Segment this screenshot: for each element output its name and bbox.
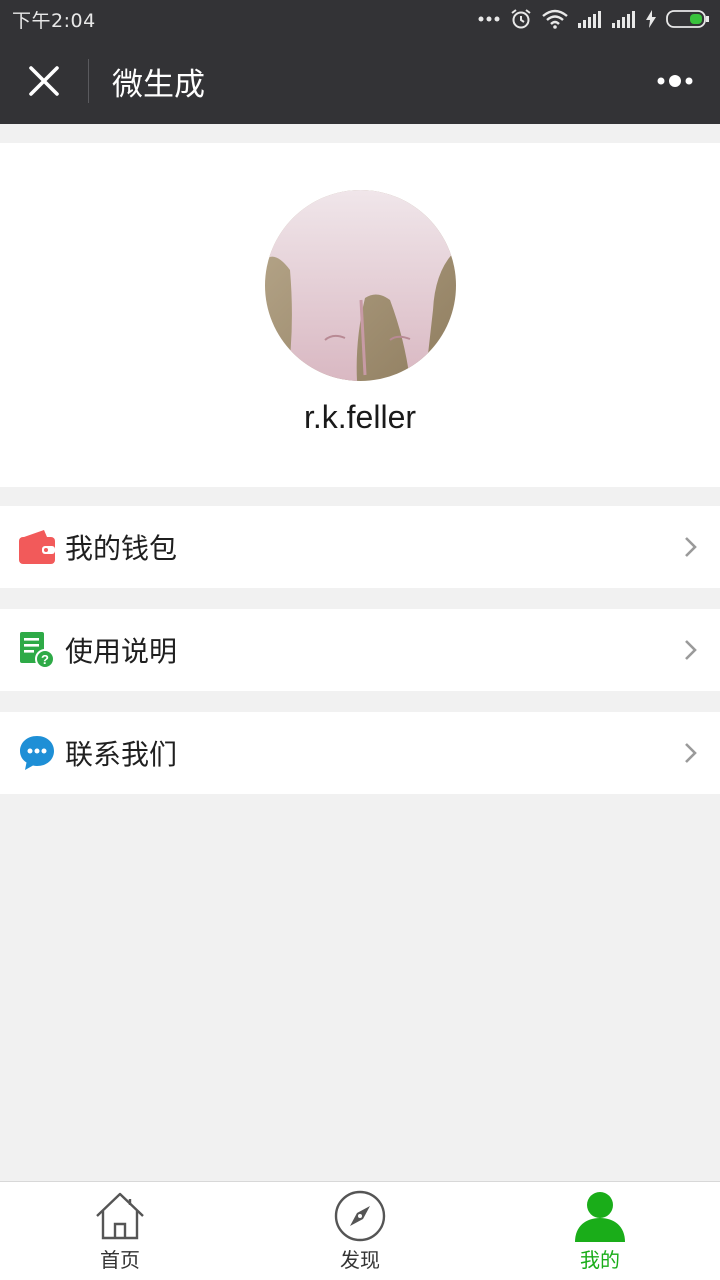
- alarm-icon: [511, 9, 531, 29]
- tab-label: 发现: [340, 1248, 380, 1272]
- menu-item-guide[interactable]: ? 使用说明: [0, 609, 720, 691]
- signal-icon: [578, 11, 601, 28]
- status-icons: [478, 8, 710, 30]
- charging-bolt-icon: [646, 10, 656, 28]
- close-icon: [29, 66, 59, 96]
- page-title: 微生成: [112, 66, 205, 103]
- more-dots-icon: [657, 75, 693, 87]
- home-icon: [94, 1190, 146, 1242]
- status-bar: 下午2:04: [0, 0, 720, 38]
- battery-icon: [666, 10, 709, 28]
- compass-icon: [334, 1190, 386, 1242]
- menu-item-label: 我的钱包: [65, 532, 178, 565]
- tab-mine[interactable]: 我的: [480, 1182, 720, 1280]
- tab-label: 我的: [580, 1248, 620, 1272]
- tab-home[interactable]: 首页: [0, 1182, 240, 1280]
- menu-item-wallet[interactable]: 我的钱包: [0, 506, 720, 588]
- nav-divider: [88, 59, 89, 103]
- wifi-icon: [542, 9, 568, 29]
- menu-item-label: 联系我们: [65, 738, 178, 771]
- chevron-right-icon: [685, 640, 697, 660]
- tab-label: 首页: [100, 1248, 140, 1272]
- chevron-right-icon: [685, 743, 697, 763]
- more-dots-icon: [478, 16, 500, 22]
- menu-item-contact[interactable]: 联系我们: [0, 712, 720, 794]
- guide-doc-icon: ?: [17, 630, 57, 670]
- status-time: 下午2:04: [12, 9, 96, 32]
- chat-bubble-icon: [17, 733, 57, 773]
- signal-icon-2: [612, 11, 635, 28]
- menu-item-label: 使用说明: [65, 635, 178, 668]
- nav-bar: 微生成: [0, 38, 720, 124]
- avatar[interactable]: [264, 190, 456, 381]
- chevron-right-icon: [685, 537, 697, 557]
- profile-card: r.k.feller: [0, 143, 720, 487]
- svg-text:?: ?: [41, 652, 49, 667]
- more-options-button[interactable]: [630, 38, 720, 124]
- tab-bar: 首页 发现 我的: [0, 1181, 720, 1280]
- username: r.k.feller: [303, 399, 417, 435]
- tab-discover[interactable]: 发现: [240, 1182, 480, 1280]
- close-button[interactable]: [0, 38, 88, 124]
- avatar-photo: [264, 190, 456, 381]
- wallet-icon: [17, 527, 57, 567]
- user-icon: [574, 1190, 626, 1242]
